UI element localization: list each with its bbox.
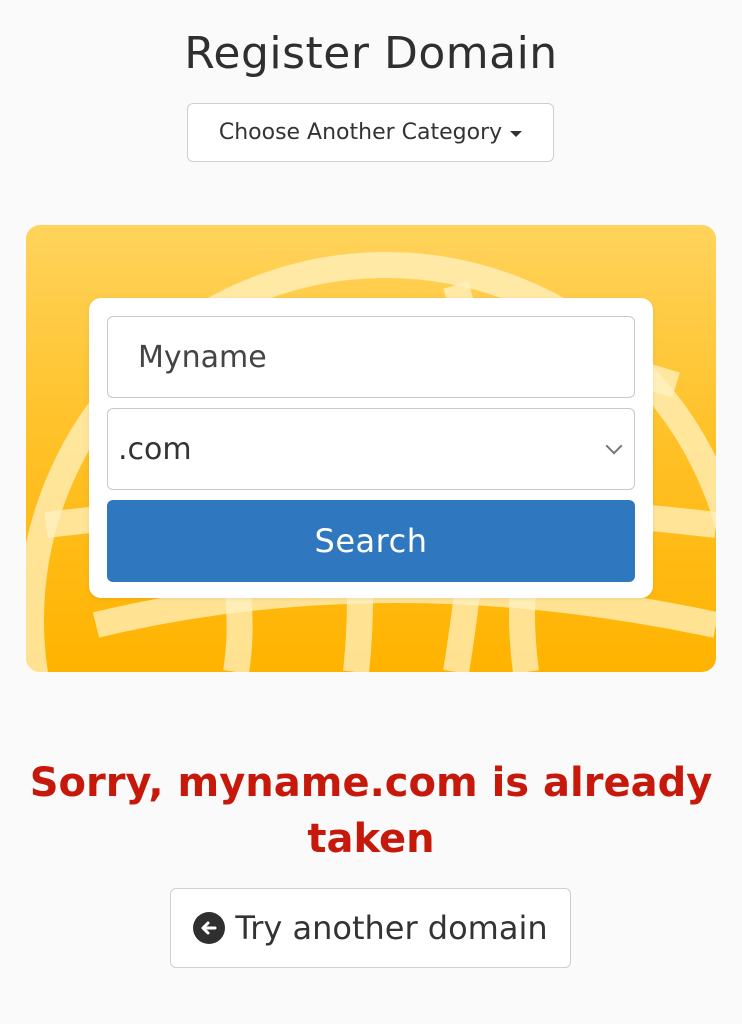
tld-select[interactable]: .com: [107, 408, 635, 490]
chevron-down-icon: [510, 130, 523, 137]
tld-selected-value: .com: [118, 431, 192, 467]
page: Register Domain Choose Another Category …: [0, 0, 742, 1024]
page-title: Register Domain: [184, 28, 558, 79]
try-another-domain-label: Try another domain: [235, 909, 548, 947]
search-button-label: Search: [314, 522, 428, 560]
domain-name-input[interactable]: Myname: [107, 316, 635, 398]
choose-category-button[interactable]: Choose Another Category: [187, 103, 554, 162]
choose-category-label: Choose Another Category: [218, 120, 503, 145]
chevron-down-icon: [605, 437, 623, 455]
arrow-left-circle-icon: [193, 912, 226, 944]
domain-name-value: Myname: [138, 339, 267, 375]
domain-search-card: Myname .com Search: [89, 298, 653, 598]
search-button[interactable]: Search: [107, 500, 635, 582]
domain-search-hero: Myname .com Search: [26, 225, 716, 672]
try-another-domain-button[interactable]: Try another domain: [170, 888, 571, 968]
domain-unavailable-message: Sorry, myname.com is already taken: [29, 760, 713, 862]
